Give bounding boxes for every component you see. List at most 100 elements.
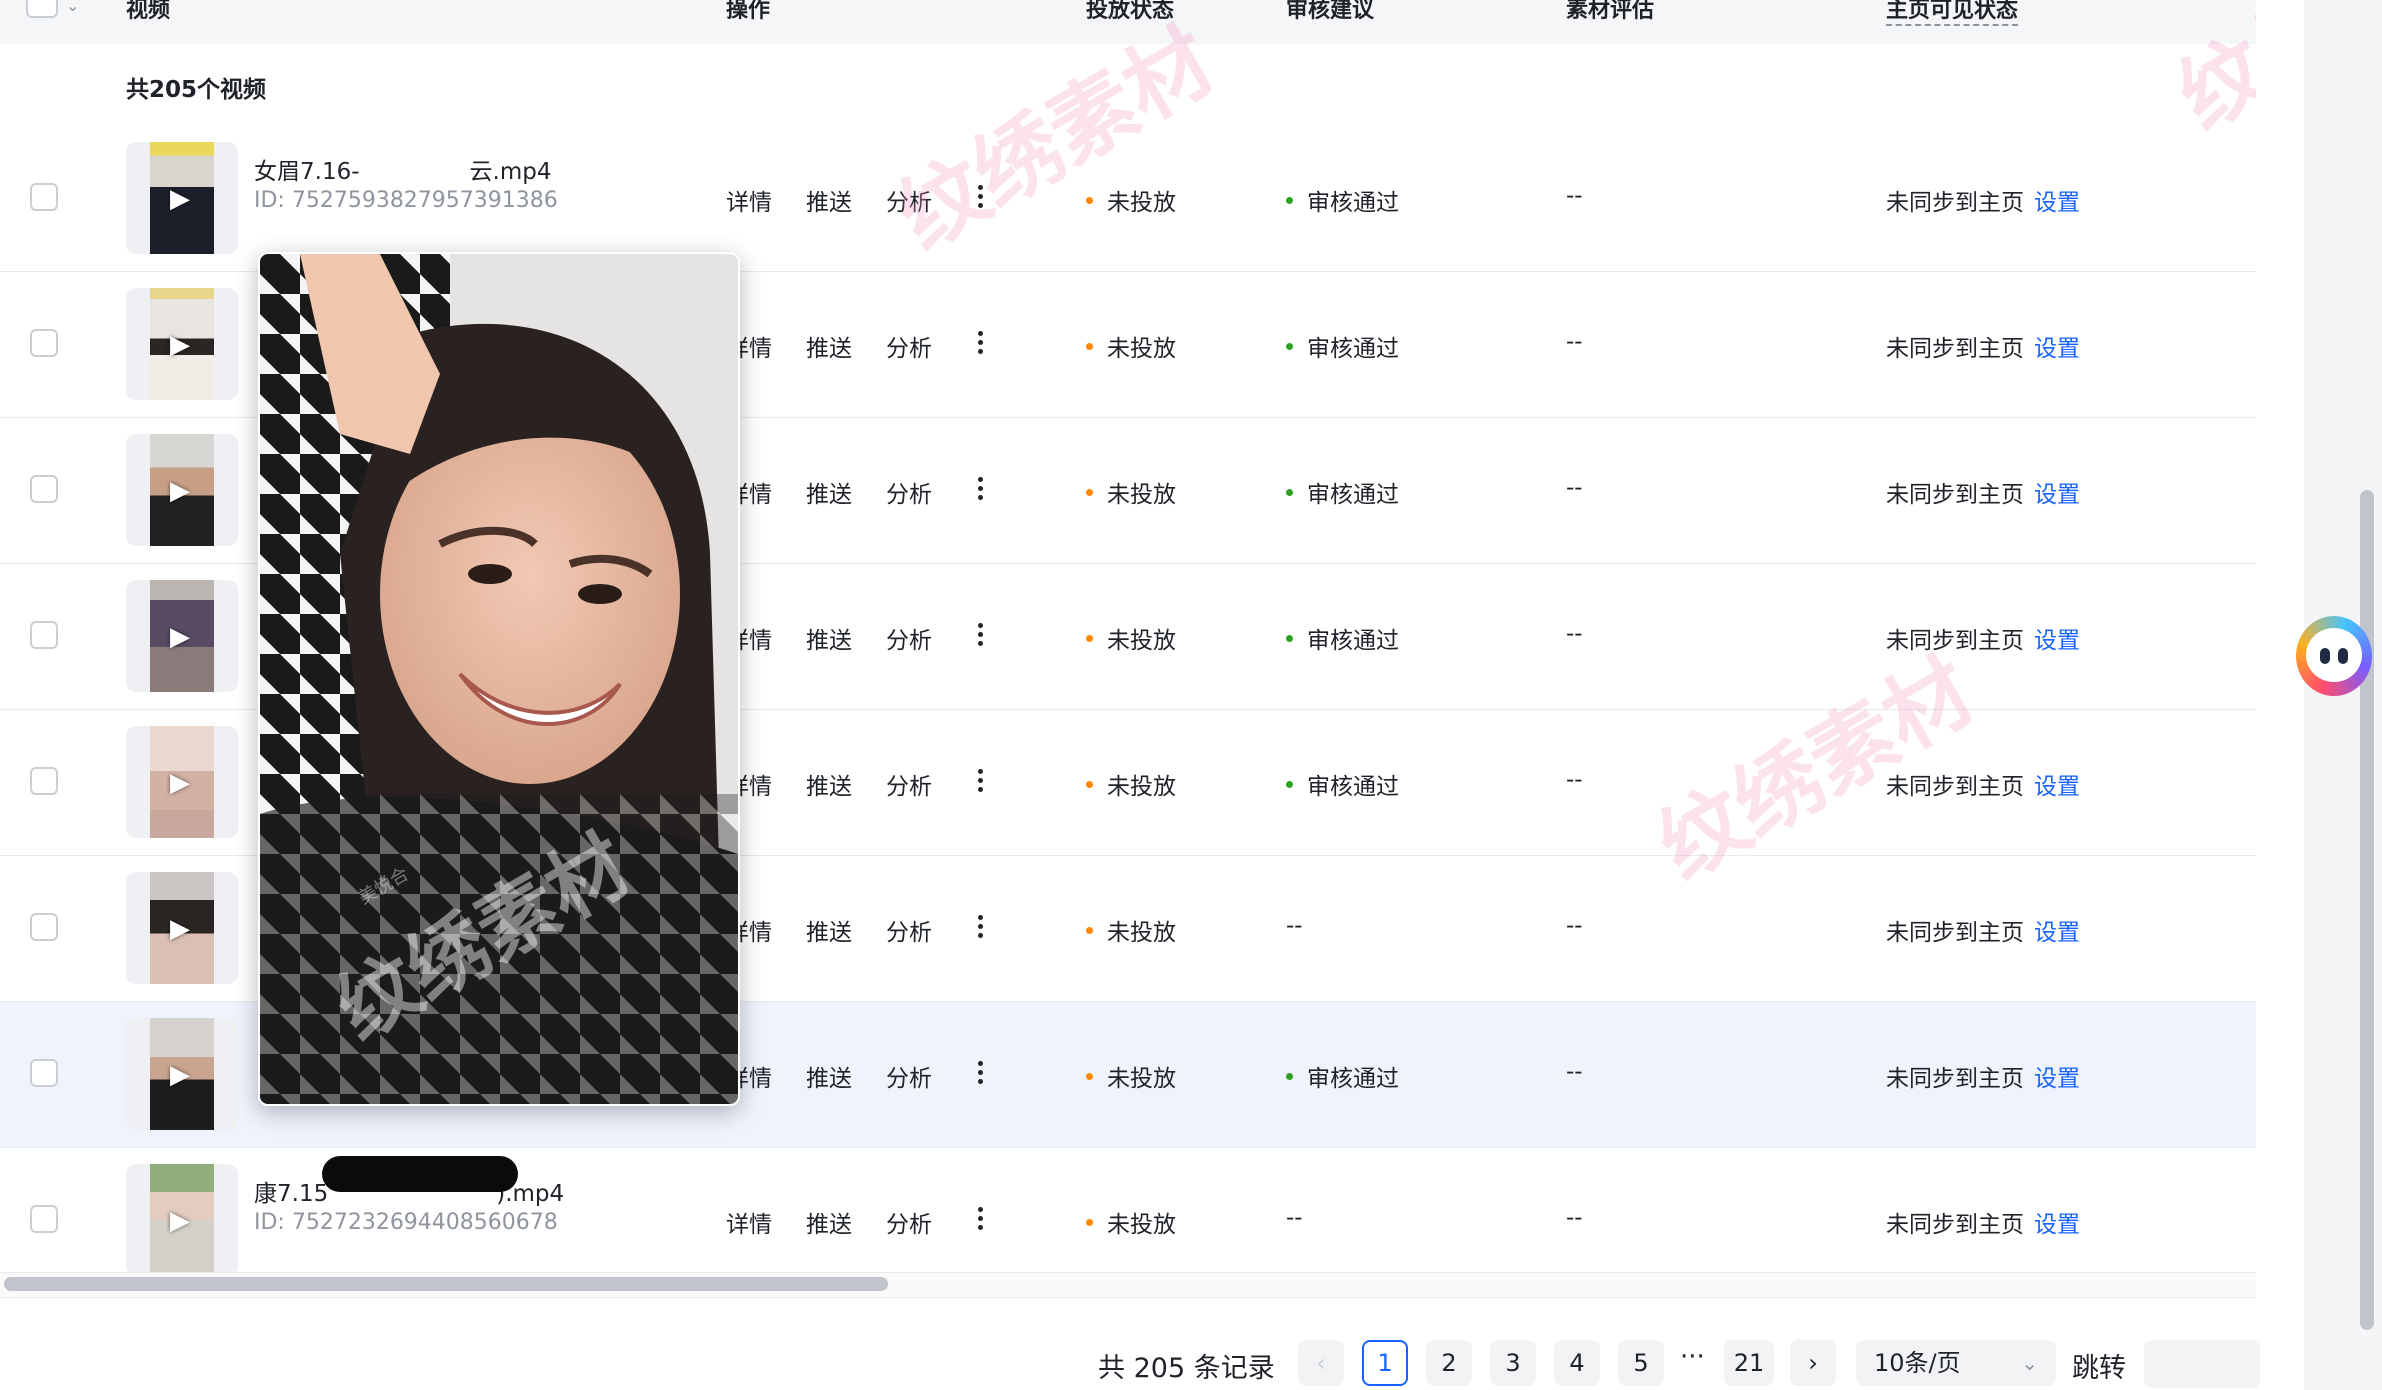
analysis-link[interactable]: 分析 bbox=[886, 1059, 932, 1093]
play-icon: ▶ bbox=[170, 330, 190, 360]
delivery-status: 未投放 bbox=[1086, 183, 1176, 217]
more-vertical-icon[interactable] bbox=[972, 766, 988, 796]
horizontal-scrollbar-thumb[interactable] bbox=[4, 1277, 888, 1291]
delivery-status: 未投放 bbox=[1086, 475, 1176, 509]
row-checkbox[interactable] bbox=[30, 913, 58, 941]
page-button[interactable]: 2 bbox=[1426, 1340, 1472, 1386]
col-review: 审核建议 bbox=[1286, 0, 1375, 23]
page-button[interactable]: 1 bbox=[1362, 1340, 1408, 1386]
evaluation-value: -- bbox=[1566, 1059, 1583, 1085]
review-status: -- bbox=[1286, 1205, 1303, 1231]
settings-link[interactable]: 设置 bbox=[2034, 190, 2080, 216]
vertical-scrollbar[interactable] bbox=[2304, 0, 2382, 1390]
video-thumbnail[interactable]: ▶ bbox=[126, 580, 238, 692]
chevron-right-icon[interactable]: › bbox=[1790, 1340, 1836, 1386]
push-link[interactable]: 推送 bbox=[806, 1205, 852, 1239]
video-thumbnail[interactable]: ▶ bbox=[126, 872, 238, 984]
analysis-link[interactable]: 分析 bbox=[886, 329, 932, 363]
page-size-value: 10条/页 bbox=[1874, 1349, 1961, 1377]
push-link[interactable]: 推送 bbox=[806, 767, 852, 801]
play-icon: ▶ bbox=[170, 184, 190, 214]
row-checkbox[interactable] bbox=[30, 621, 58, 649]
vertical-scrollbar-thumb[interactable] bbox=[2360, 490, 2374, 1330]
page-button[interactable]: 4 bbox=[1554, 1340, 1600, 1386]
page-button[interactable]: 3 bbox=[1490, 1340, 1536, 1386]
more-vertical-icon[interactable] bbox=[972, 182, 988, 212]
homepage-sync-status: 未同步到主页 设置 bbox=[1886, 1066, 2080, 1092]
settings-link[interactable]: 设置 bbox=[2034, 482, 2080, 508]
page-ellipsis[interactable]: ··· bbox=[1680, 1342, 1705, 1372]
push-link[interactable]: 推送 bbox=[806, 913, 852, 947]
page-button[interactable]: 21 bbox=[1724, 1340, 1774, 1386]
more-vertical-icon[interactable] bbox=[972, 1204, 988, 1234]
delivery-status: 未投放 bbox=[1086, 621, 1176, 655]
analysis-link[interactable]: 分析 bbox=[886, 475, 932, 509]
jump-page-input[interactable] bbox=[2144, 1340, 2260, 1388]
col-homepage-visibility[interactable]: 主页可见状态 bbox=[1886, 0, 2019, 26]
analysis-link[interactable]: 分析 bbox=[886, 767, 932, 801]
homepage-sync-status: 未同步到主页 设置 bbox=[1886, 920, 2080, 946]
video-filename[interactable]: 女眉7.16- 云.mp4 bbox=[254, 152, 551, 186]
row-checkbox[interactable] bbox=[30, 1205, 58, 1233]
page-size-select[interactable]: 10条/页 ⌄ bbox=[1856, 1340, 2056, 1386]
push-link[interactable]: 推送 bbox=[806, 475, 852, 509]
analysis-link[interactable]: 分析 bbox=[886, 1205, 932, 1239]
video-thumbnail[interactable]: ▶ bbox=[126, 1164, 238, 1276]
delivery-status: 未投放 bbox=[1086, 329, 1176, 363]
video-thumbnail[interactable]: ▶ bbox=[126, 288, 238, 400]
homepage-sync-status: 未同步到主页 设置 bbox=[1886, 1212, 2080, 1238]
row-checkbox[interactable] bbox=[30, 767, 58, 795]
row-checkbox[interactable] bbox=[30, 1059, 58, 1087]
detail-link[interactable]: 详情 bbox=[726, 1205, 772, 1239]
analysis-link[interactable]: 分析 bbox=[886, 913, 932, 947]
ai-assistant-icon[interactable] bbox=[2296, 616, 2372, 696]
settings-link[interactable]: 设置 bbox=[2034, 336, 2080, 362]
page-button[interactable]: 5 bbox=[1618, 1340, 1664, 1386]
push-link[interactable]: 推送 bbox=[806, 621, 852, 655]
review-status: 审核通过 bbox=[1286, 475, 1399, 509]
summary-row: 共205个视频 bbox=[0, 44, 2256, 127]
review-status: 审核通过 bbox=[1286, 329, 1399, 363]
table-row: ▶ 女眉7.16- 云.mp4 ID: 7527593827957391386 详… bbox=[0, 126, 2256, 290]
chevron-down-icon[interactable]: ⌄ bbox=[66, 0, 79, 15]
video-thumbnail[interactable]: ▶ bbox=[126, 142, 238, 254]
analysis-link[interactable]: 分析 bbox=[886, 183, 932, 217]
more-vertical-icon[interactable] bbox=[972, 912, 988, 942]
more-vertical-icon[interactable] bbox=[972, 328, 988, 358]
table-header: ⌄ 视频 操作 投放状态 审核建议 素材评估 主页可见状态 bbox=[0, 0, 2256, 45]
chevron-left-icon[interactable]: ‹ bbox=[1298, 1340, 1344, 1386]
push-link[interactable]: 推送 bbox=[806, 1059, 852, 1093]
select-all-checkbox[interactable] bbox=[26, 0, 58, 18]
video-thumbnail[interactable]: ▶ bbox=[126, 434, 238, 546]
evaluation-value: -- bbox=[1566, 1205, 1583, 1231]
video-thumbnail[interactable]: ▶ bbox=[126, 726, 238, 838]
horizontal-scrollbar[interactable] bbox=[0, 1272, 2256, 1298]
more-vertical-icon[interactable] bbox=[972, 620, 988, 650]
settings-link[interactable]: 设置 bbox=[2034, 628, 2080, 654]
row-checkbox[interactable] bbox=[30, 329, 58, 357]
analysis-link[interactable]: 分析 bbox=[886, 621, 932, 655]
video-id: ID: 7527232694408560678 bbox=[254, 1210, 558, 1235]
video-thumbnail[interactable]: ▶ bbox=[126, 1018, 238, 1130]
more-vertical-icon[interactable] bbox=[972, 1058, 988, 1088]
push-link[interactable]: 推送 bbox=[806, 183, 852, 217]
settings-link[interactable]: 设置 bbox=[2034, 1212, 2080, 1238]
preview-image bbox=[260, 254, 738, 1104]
row-checkbox[interactable] bbox=[30, 183, 58, 211]
settings-link[interactable]: 设置 bbox=[2034, 920, 2080, 946]
settings-link[interactable]: 设置 bbox=[2034, 774, 2080, 800]
play-icon: ▶ bbox=[170, 1060, 190, 1090]
detail-link[interactable]: 详情 bbox=[726, 183, 772, 217]
more-vertical-icon[interactable] bbox=[972, 474, 988, 504]
review-status: 审核通过 bbox=[1286, 767, 1399, 801]
evaluation-value: -- bbox=[1566, 475, 1583, 501]
chevron-down-icon: ⌄ bbox=[2021, 1351, 2038, 1375]
play-icon: ▶ bbox=[170, 914, 190, 944]
push-link[interactable]: 推送 bbox=[806, 329, 852, 363]
redaction-mark bbox=[322, 1156, 518, 1192]
evaluation-value: -- bbox=[1566, 767, 1583, 793]
review-status: -- bbox=[1286, 913, 1303, 939]
row-checkbox[interactable] bbox=[30, 475, 58, 503]
video-preview-popup[interactable]: 纹绣素材 美悦合 bbox=[258, 252, 740, 1106]
settings-link[interactable]: 设置 bbox=[2034, 1066, 2080, 1092]
